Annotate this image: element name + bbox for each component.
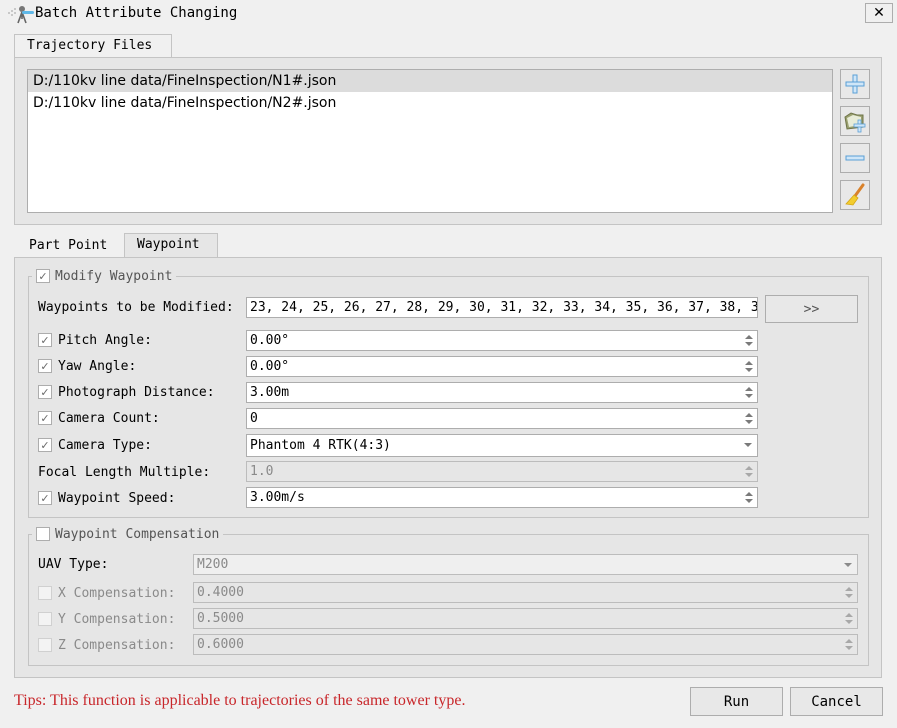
- field-label: Camera Type:: [58, 437, 152, 453]
- field-label: Yaw Angle:: [58, 358, 137, 374]
- spin-arrows-icon: [845, 638, 853, 651]
- chevron-down-icon: [744, 443, 752, 447]
- pitch-angle-row: ✓ Pitch Angle:: [38, 330, 152, 350]
- modify-waypoint-checkbox[interactable]: ✓: [36, 269, 50, 283]
- field-value: 1.0: [250, 464, 274, 479]
- field-label: Camera Count:: [58, 410, 160, 426]
- tips-text: Tips: This function is applicable to tra…: [14, 692, 466, 709]
- tab-part-point[interactable]: Part Point: [16, 234, 124, 258]
- waypoint-compensation-checkbox[interactable]: [36, 527, 50, 541]
- camera-count-spinbox[interactable]: 0: [246, 408, 758, 429]
- z-compensation-row: Z Compensation:: [38, 635, 175, 655]
- camera-type-checkbox[interactable]: ✓: [38, 438, 52, 452]
- file-list-item[interactable]: D:/110kv line data/FineInspection/N1#.js…: [28, 70, 832, 92]
- tab-label: Waypoint: [137, 237, 200, 252]
- camera-type-dropdown[interactable]: Phantom 4 RTK(4:3): [246, 434, 758, 457]
- chevron-down-icon: [844, 563, 852, 567]
- tab-waypoint[interactable]: Waypoint: [124, 233, 218, 258]
- field-value: 0.5000: [197, 611, 244, 626]
- window-title: Batch Attribute Changing: [35, 5, 238, 21]
- minus-icon: [845, 155, 865, 161]
- group-title: Waypoint Compensation: [55, 526, 220, 542]
- waypoint-speed-row: ✓ Waypoint Speed:: [38, 488, 175, 508]
- spin-arrows-icon[interactable]: [745, 334, 753, 347]
- add-folder-button[interactable]: [840, 106, 870, 136]
- waypoints-input[interactable]: 23, 24, 25, 26, 27, 28, 29, 30, 31, 32, …: [246, 297, 758, 318]
- y-compensation-row: Y Compensation:: [38, 609, 175, 629]
- camera-type-row: ✓ Camera Type:: [38, 435, 152, 455]
- uav-type-label: UAV Type:: [38, 557, 109, 572]
- focal-length-row: Focal Length Multiple:: [38, 462, 210, 482]
- clear-list-button[interactable]: [840, 180, 870, 210]
- field-label: X Compensation:: [58, 585, 176, 601]
- broom-icon: [845, 183, 865, 206]
- field-value: 3.00m: [250, 385, 290, 400]
- app-drone-icon: [6, 3, 34, 25]
- tab-label: Part Point: [29, 238, 108, 253]
- z-compensation-spinbox: 0.6000: [193, 634, 858, 655]
- more-waypoints-button[interactable]: >>: [765, 295, 858, 323]
- field-value: 0.4000: [197, 585, 244, 600]
- modify-waypoint-header: ✓ Modify Waypoint: [32, 267, 177, 285]
- field-label: Pitch Angle:: [58, 332, 152, 348]
- x-compensation-spinbox: 0.4000: [193, 582, 858, 603]
- pitch-angle-spinbox[interactable]: 0.00°: [246, 330, 758, 351]
- field-label: Z Compensation:: [58, 637, 176, 653]
- file-list-item[interactable]: D:/110kv line data/FineInspection/N2#.js…: [28, 92, 832, 114]
- field-value: 3.00m/s: [250, 490, 305, 505]
- field-label: Photograph Distance:: [58, 384, 215, 400]
- spin-arrows-icon[interactable]: [745, 491, 753, 504]
- yaw-angle-spinbox[interactable]: 0.00°: [246, 356, 758, 377]
- close-icon: ✕: [873, 5, 885, 21]
- photograph-distance-checkbox[interactable]: ✓: [38, 385, 52, 399]
- z-compensation-checkbox: [38, 638, 52, 652]
- waypoint-compensation-header: Waypoint Compensation: [32, 525, 224, 543]
- camera-count-checkbox[interactable]: ✓: [38, 411, 52, 425]
- plus-icon: [845, 74, 865, 94]
- remove-file-button[interactable]: [840, 143, 870, 173]
- add-file-button[interactable]: [840, 69, 870, 99]
- x-compensation-row: X Compensation:: [38, 583, 175, 603]
- waypoints-label: Waypoints to be Modified:: [38, 300, 234, 315]
- waypoint-speed-checkbox[interactable]: ✓: [38, 491, 52, 505]
- spin-arrows-icon[interactable]: [745, 412, 753, 425]
- group-title: Modify Waypoint: [55, 268, 173, 284]
- field-value: M200: [197, 557, 229, 572]
- y-compensation-spinbox: 0.5000: [193, 608, 858, 629]
- spin-arrows-icon: [845, 586, 853, 599]
- spin-arrows-icon: [745, 465, 753, 478]
- focal-length-spinbox: 1.0: [246, 461, 758, 482]
- camera-count-row: ✓ Camera Count:: [38, 408, 160, 428]
- folder-add-icon: [844, 112, 866, 133]
- tab-trajectory-files[interactable]: Trajectory Files: [14, 34, 172, 58]
- x-compensation-checkbox: [38, 586, 52, 600]
- waypoint-speed-spinbox[interactable]: 3.00m/s: [246, 487, 758, 508]
- field-value: 0.00°: [250, 333, 290, 348]
- y-compensation-checkbox: [38, 612, 52, 626]
- cancel-button[interactable]: Cancel: [790, 687, 883, 716]
- yaw-angle-checkbox[interactable]: ✓: [38, 359, 52, 373]
- uav-type-dropdown: M200: [193, 554, 858, 575]
- field-value: 0: [250, 411, 258, 426]
- yaw-angle-row: ✓ Yaw Angle:: [38, 356, 136, 376]
- field-value: Phantom 4 RTK(4:3): [250, 438, 391, 453]
- spin-arrows-icon: [845, 612, 853, 625]
- field-label: Waypoint Speed:: [58, 490, 176, 506]
- close-button[interactable]: ✕: [865, 3, 893, 23]
- field-value: 0.00°: [250, 359, 290, 374]
- field-value: 0.6000: [197, 637, 244, 652]
- photograph-distance-row: ✓ Photograph Distance:: [38, 382, 215, 402]
- trajectory-file-list[interactable]: D:/110kv line data/FineInspection/N1#.js…: [27, 69, 833, 213]
- run-button[interactable]: Run: [690, 687, 783, 716]
- tab-label: Trajectory Files: [27, 38, 153, 53]
- pitch-angle-checkbox[interactable]: ✓: [38, 333, 52, 347]
- spin-arrows-icon[interactable]: [745, 360, 753, 373]
- photograph-distance-spinbox[interactable]: 3.00m: [246, 382, 758, 403]
- field-label: Y Compensation:: [58, 611, 176, 627]
- field-label: Focal Length Multiple:: [38, 464, 211, 480]
- spin-arrows-icon[interactable]: [745, 386, 753, 399]
